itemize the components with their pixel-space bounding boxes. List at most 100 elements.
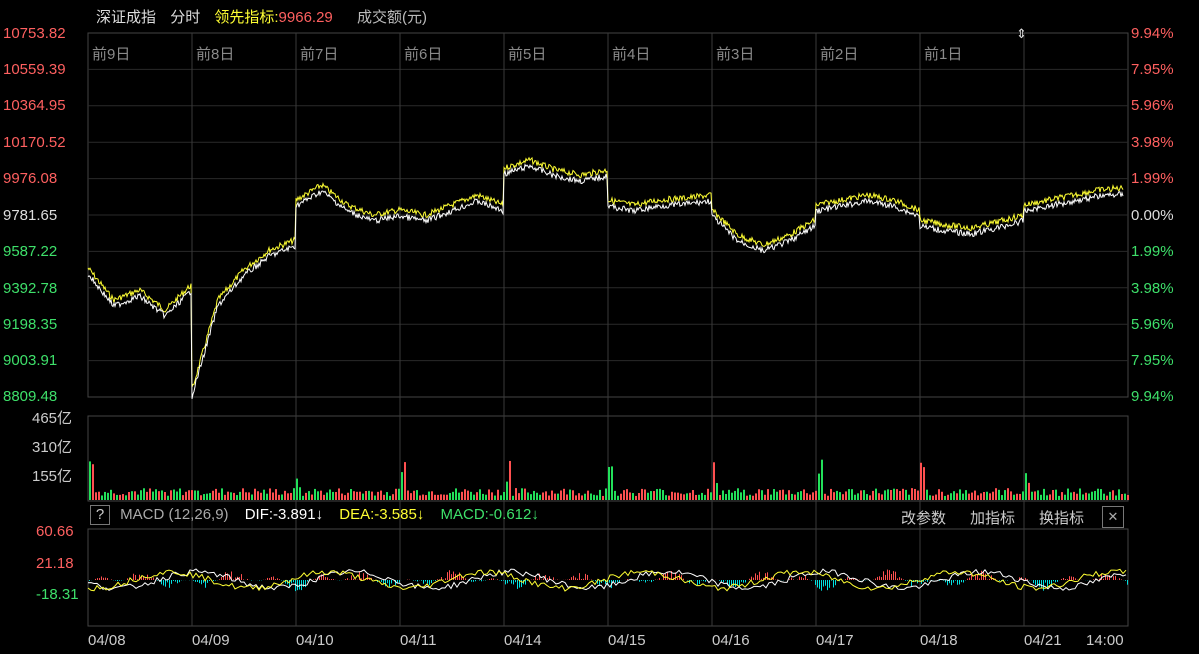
volume-bar (1034, 491, 1036, 500)
close-indicator-button[interactable]: ✕ (1102, 506, 1124, 528)
macd-bar (213, 580, 214, 582)
macd-bar (137, 579, 138, 580)
volume-bar (1031, 491, 1033, 500)
volume-bar (488, 489, 490, 500)
volume-bar (242, 488, 244, 500)
volume-bar (800, 491, 802, 500)
volume-bar (161, 490, 163, 500)
macd-bar (367, 574, 368, 580)
volume-bar (1112, 490, 1114, 500)
volume-bar (974, 490, 976, 500)
volume-bar (602, 495, 604, 500)
volume-bar (284, 490, 286, 500)
macd-bar (927, 580, 928, 582)
volume-bar (650, 491, 652, 500)
volume-bar (260, 492, 262, 500)
macd-bar (277, 578, 278, 580)
volume-bar (1109, 491, 1111, 500)
volume-bar (689, 492, 691, 500)
macd-bar (697, 580, 698, 586)
macd-bar (459, 572, 460, 580)
volume-bar (119, 494, 121, 500)
macd-bar (153, 577, 154, 580)
volume-bar (497, 489, 499, 500)
macd-bar (503, 580, 504, 581)
macd-bar (233, 579, 234, 580)
macd-bar (347, 578, 348, 580)
macd-bar (115, 580, 116, 581)
leader-label: 领先指标: (214, 9, 279, 26)
volume-bar (737, 488, 739, 500)
macd-bar (827, 580, 828, 591)
macd-bar (381, 580, 382, 582)
volume-bar (851, 489, 853, 500)
macd-bar (1041, 580, 1042, 588)
change-params-button[interactable]: 改参数 (901, 507, 946, 528)
volume-bar (365, 490, 367, 500)
volume-bar (971, 492, 973, 500)
volume-bar (1127, 494, 1129, 500)
macd-bar (491, 578, 492, 580)
volume-bar (548, 495, 550, 500)
volume-bar (815, 490, 817, 500)
volume-bar (158, 491, 160, 500)
volume-bar (89, 461, 91, 500)
volume-bar (992, 491, 994, 500)
macd-bar (173, 580, 174, 581)
volume-bar (356, 491, 358, 500)
macd-bar (889, 570, 890, 580)
volume-bar (674, 492, 676, 500)
switch-indicator-button[interactable]: 换指标 (1039, 507, 1084, 528)
macd-bar (103, 577, 104, 580)
volume-bar (551, 490, 553, 500)
volume-bar (473, 494, 475, 500)
volume-bar (509, 460, 511, 500)
macd-bar (897, 578, 898, 580)
volume-bar (152, 491, 154, 500)
volume-bar (893, 488, 895, 500)
volume-bar (146, 491, 148, 500)
volume-bar (923, 467, 925, 500)
volume-bar (218, 492, 220, 500)
mode-label[interactable]: 分时 (170, 9, 200, 26)
volume-bar (395, 488, 397, 500)
macd-bar (149, 578, 150, 580)
drag-handle-icon[interactable]: ⇕ (1016, 26, 1027, 42)
macd-value: MACD:-0.612↓ (440, 506, 539, 523)
volume-bar (632, 493, 634, 500)
macd-bar (127, 578, 128, 580)
macd-bar (1025, 577, 1026, 580)
macd-bar (1057, 580, 1058, 582)
macd-bar (507, 580, 508, 584)
chart-canvas[interactable] (0, 0, 1199, 654)
macd-bar (1069, 576, 1070, 580)
help-button[interactable]: ? (90, 505, 110, 525)
volume-bar (254, 488, 256, 500)
volume-bar (896, 489, 898, 500)
volume-bar (665, 495, 667, 500)
volume-bar (185, 491, 187, 500)
volume-bar (722, 490, 724, 500)
volume-bar (173, 489, 175, 500)
macd-bar (845, 579, 846, 580)
macd-bar (833, 580, 834, 588)
macd-bar (331, 579, 332, 580)
volume-bar (425, 495, 427, 500)
volume-bar (476, 492, 478, 500)
index-name[interactable]: 深证成指 (96, 9, 156, 26)
macd-bar (327, 577, 328, 580)
price-label: 10170.52 (3, 134, 66, 151)
volume-bar (239, 491, 241, 500)
volume-bar (293, 488, 295, 500)
macd-bar (1045, 580, 1046, 583)
volume-bar (635, 495, 637, 500)
volume-bar (440, 494, 442, 500)
macd-bar (171, 580, 172, 584)
volume-bar (812, 492, 814, 500)
volume-bar (746, 495, 748, 500)
macd-bar (1043, 580, 1044, 591)
macd-bar (399, 580, 400, 583)
macd-bar (323, 575, 324, 580)
macd-bar (745, 580, 746, 583)
add-indicator-button[interactable]: 加指标 (970, 507, 1015, 528)
